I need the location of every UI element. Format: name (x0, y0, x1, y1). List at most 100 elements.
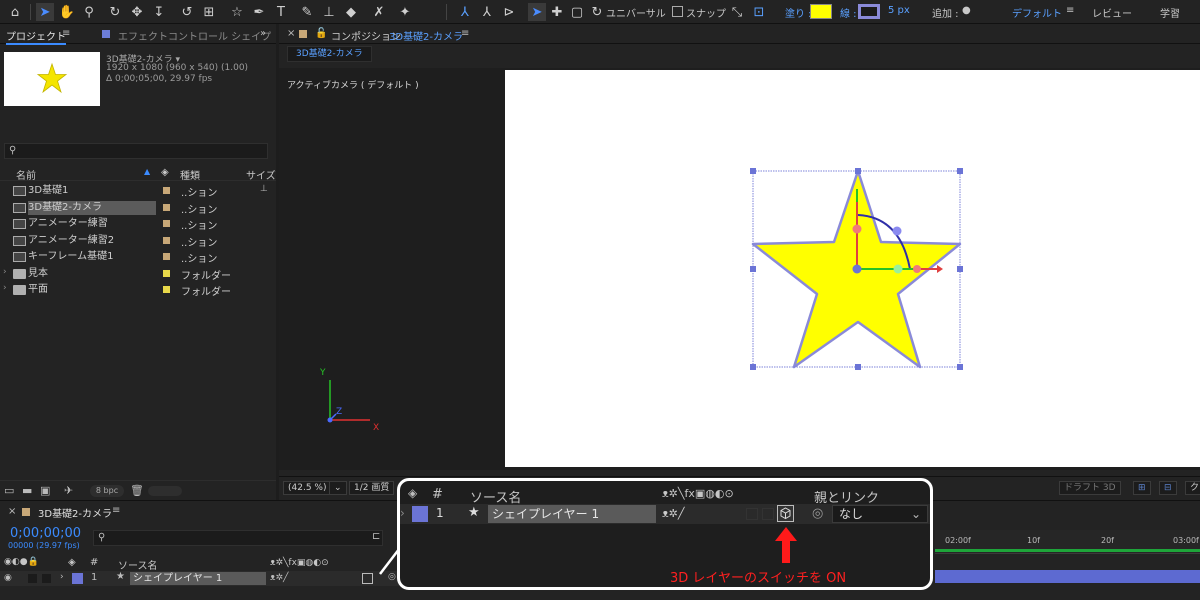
panel-menu-icon[interactable]: ≡ (62, 28, 70, 39)
eraser-tool-icon[interactable]: ◆ (342, 3, 360, 21)
view-axis-icon[interactable]: ⊳ (500, 3, 518, 21)
add-dropdown-icon[interactable]: ● (962, 5, 971, 16)
project-item-row[interactable]: 3D基礎1 ..ション ⊥ (0, 183, 276, 199)
selection-tool-icon[interactable]: ➤ (36, 3, 54, 21)
layer-switches[interactable]: ᴥ✲╱ (270, 572, 288, 583)
composition-canvas[interactable] (505, 70, 1200, 467)
expand-chevron-icon[interactable]: › (60, 572, 64, 582)
panel-menu-icon[interactable]: ≡ (112, 505, 120, 516)
close-tab-icon[interactable]: × (8, 506, 16, 517)
col-type[interactable]: 種類 (180, 167, 200, 182)
interpret-footage-icon[interactable]: ▭ (4, 485, 16, 496)
pen-tool-icon[interactable]: ✒ (250, 3, 268, 21)
label-column-icon[interactable]: ◈ (161, 167, 169, 178)
col-size[interactable]: サイズ (246, 167, 276, 182)
new-composition-icon[interactable]: ▣ (40, 485, 52, 496)
safe-area-button[interactable]: ⌄ (329, 481, 347, 495)
timeline-tab-name[interactable]: 3D基礎2-カメラ (38, 505, 112, 520)
timeline-layer-row[interactable]: ◉ › 1 ★ シェイプレイヤー 1 ᴥ✲╱ ◎ (0, 571, 400, 586)
project-item-row[interactable]: › 見本 フォルダー (0, 266, 276, 282)
layer-label-color[interactable] (72, 573, 83, 584)
label-color-swatch[interactable] (163, 236, 170, 244)
time-ruler[interactable]: 02:00f 10f 20f 03:00f (935, 530, 1200, 554)
clone-stamp-tool-icon[interactable]: ⊥ (320, 3, 338, 21)
snap-feature-icon[interactable]: ⊡ (750, 3, 768, 21)
3d-layout-icon[interactable]: ⊟ (1159, 481, 1177, 495)
rotate-mode-icon[interactable]: ↻ (588, 3, 606, 21)
expand-chevron-icon[interactable]: › (3, 283, 7, 293)
resolution-dropdown[interactable]: 1/2 画質 (349, 481, 395, 495)
pan-camera-icon[interactable]: ✥ (128, 3, 146, 21)
scale-mode-icon[interactable]: ▢ (568, 3, 586, 21)
project-item-row[interactable]: アニメーター練習2 ..ション (0, 233, 276, 249)
layer-duration-bar[interactable] (935, 570, 1200, 583)
tab-project[interactable]: プロジェクト (6, 28, 66, 45)
more-options-icon[interactable]: ク (1185, 481, 1200, 495)
project-item-row[interactable]: 3D基礎2-カメラ ..ション (0, 200, 276, 216)
bit-depth-button[interactable]: 8 bpc (90, 485, 124, 497)
panel-menu-icon[interactable]: ≡ (461, 28, 469, 39)
star-layer[interactable] (505, 70, 1200, 467)
3d-layer-switch[interactable] (362, 573, 373, 584)
project-item-row[interactable]: › 平面 フォルダー (0, 282, 276, 298)
shape-tool-icon[interactable]: ☆ (228, 3, 246, 21)
new-folder-icon[interactable]: ▬ (22, 485, 34, 496)
label-color-swatch[interactable] (163, 286, 170, 293)
move-mode-icon[interactable]: ✚ (548, 3, 566, 21)
zoom-tool-icon[interactable]: ⚲ (80, 3, 98, 21)
selection-mode-icon[interactable]: ➤ (528, 3, 546, 21)
workspace-review[interactable]: レビュー (1092, 5, 1132, 20)
label-color-swatch[interactable] (163, 253, 170, 260)
stroke-swatch[interactable] (858, 4, 880, 19)
tab-effect-controls[interactable]: エフェクトコントロール シェイプ (118, 28, 271, 43)
comp-subtab[interactable]: 3D基礎2-カメラ (287, 46, 372, 62)
lock-switch[interactable] (42, 574, 51, 583)
workspace-learn[interactable]: 学習 (1160, 5, 1180, 20)
workspace-default[interactable]: デフォルト (1012, 5, 1062, 20)
label-color-swatch[interactable] (163, 203, 170, 211)
project-item-row[interactable]: キーフレーム基礎1 ..ション (0, 249, 276, 265)
panel-overflow-icon[interactable]: » (260, 28, 266, 39)
lock-icon[interactable]: 🔓 (315, 28, 327, 39)
timeline-search-input[interactable]: ⚲ (93, 530, 383, 546)
3d-view-icon[interactable]: ⊞ (1133, 481, 1151, 495)
fill-swatch[interactable] (810, 4, 832, 19)
world-axis-icon[interactable]: ⅄ (478, 3, 496, 21)
expand-chevron-icon[interactable]: › (3, 267, 7, 277)
label-color-swatch[interactable] (163, 187, 170, 194)
rotation-tool-icon[interactable]: ↺ (178, 3, 196, 21)
col-name[interactable]: 名前 (16, 167, 36, 182)
type-tool-icon[interactable]: T (272, 3, 290, 21)
project-search-input[interactable]: ⚲ (4, 143, 268, 159)
draft-3d-toggle[interactable]: ドラフト 3D (1059, 481, 1121, 495)
orbit-camera-icon[interactable]: ↻ (106, 3, 124, 21)
label-color-swatch[interactable] (163, 220, 170, 227)
magnification-dropdown[interactable]: (42.5 %) (283, 481, 332, 495)
flowchart-icon[interactable]: ⊥ (260, 184, 268, 194)
trash-icon[interactable]: 🗑 (130, 485, 144, 496)
home-icon[interactable]: ⌂ (6, 3, 24, 21)
col-source-name[interactable]: ソース名 (118, 557, 158, 572)
roto-brush-tool-icon[interactable]: ✗ (370, 3, 388, 21)
snap-checkbox[interactable] (672, 6, 683, 17)
stroke-width-value[interactable]: 5 px (888, 5, 910, 16)
label-color-swatch[interactable] (163, 269, 170, 277)
brush-tool-icon[interactable]: ✎ (298, 3, 316, 21)
local-axis-icon[interactable]: ⅄ (456, 3, 474, 21)
sort-ascending-icon[interactable]: ▲ (144, 167, 150, 176)
layer-name[interactable]: シェイプレイヤー 1 (130, 572, 266, 585)
hand-tool-icon[interactable]: ✋ (58, 3, 76, 21)
dolly-camera-icon[interactable]: ↧ (150, 3, 168, 21)
visibility-icon[interactable]: ◉ (4, 573, 12, 583)
workspace-menu-icon[interactable]: ≡ (1066, 5, 1074, 16)
tab-composition-name[interactable]: 3D基礎2-カメラ (389, 28, 463, 43)
anchor-point-tool-icon[interactable]: ⊞ (200, 3, 218, 21)
puppet-pin-tool-icon[interactable]: ✦ (396, 3, 414, 21)
solo-switch[interactable] (28, 574, 37, 583)
project-item-row[interactable]: アニメーター練習 ..ション (0, 216, 276, 232)
render-queue-icon[interactable]: ✈ (64, 485, 76, 496)
thumbnail-slider[interactable] (148, 486, 182, 496)
snap-edge-icon[interactable]: ⤡ (728, 3, 746, 21)
close-tab-icon[interactable]: × (287, 28, 295, 39)
work-area-bar[interactable] (935, 549, 1200, 552)
